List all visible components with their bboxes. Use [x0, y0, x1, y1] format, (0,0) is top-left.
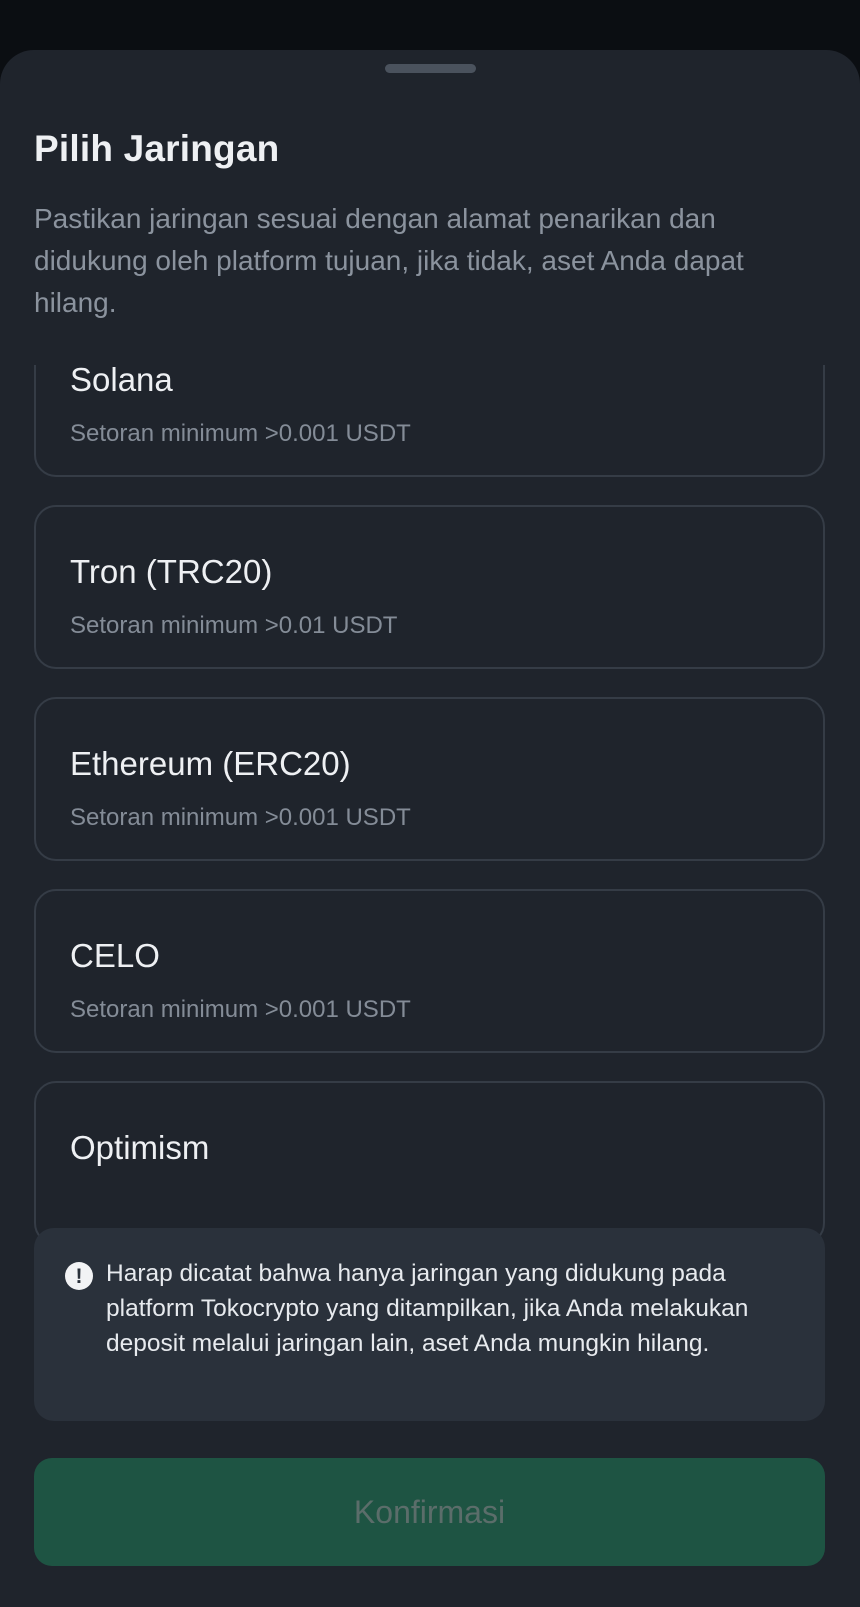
network-min-deposit: Setoran minimum >0.001 USDT [70, 996, 411, 1023]
network-select-sheet: Pilih Jaringan Pastikan jaringan sesuai … [0, 50, 860, 1607]
network-name: Ethereum (ERC20) [70, 745, 351, 782]
confirm-button[interactable]: Konfirmasi [34, 1458, 825, 1566]
network-name: Solana [70, 365, 173, 398]
confirm-button-label: Konfirmasi [353, 1493, 506, 1530]
network-min-deposit: Setoran minimum >0.001 USDT [70, 420, 411, 447]
network-min-deposit: Setoran minimum >0.01 USDT [70, 612, 398, 639]
sheet-title: Pilih Jaringan [34, 128, 280, 169]
network-notice: ! Harap dicatat bahwa hanya jaringan yan… [34, 1228, 825, 1421]
network-option-celo[interactable]: CELO Setoran minimum >0.001 USDT [34, 889, 825, 1053]
network-option-solana[interactable]: Solana Setoran minimum >0.001 USDT [34, 365, 825, 477]
network-option-optimism[interactable]: Optimism [34, 1081, 825, 1245]
network-min-deposit: Setoran minimum >0.001 USDT [70, 804, 411, 831]
network-option-tron[interactable]: Tron (TRC20) Setoran minimum >0.01 USDT [34, 505, 825, 669]
sheet-subtitle: Pastikan jaringan sesuai dengan alamat p… [34, 203, 744, 318]
network-option-ethereum[interactable]: Ethereum (ERC20) Setoran minimum >0.001 … [34, 697, 825, 861]
notice-text: Harap dicatat bahwa hanya jaringan yang … [106, 1260, 749, 1357]
sheet-grabber-handle[interactable] [385, 64, 476, 73]
network-name: CELO [70, 937, 160, 974]
network-name: Tron (TRC20) [70, 553, 273, 590]
network-list[interactable]: Solana Setoran minimum >0.001 USDT Tron … [0, 365, 860, 1260]
network-name: Optimism [70, 1129, 210, 1166]
exclamation-circle-icon: ! [65, 1262, 93, 1290]
